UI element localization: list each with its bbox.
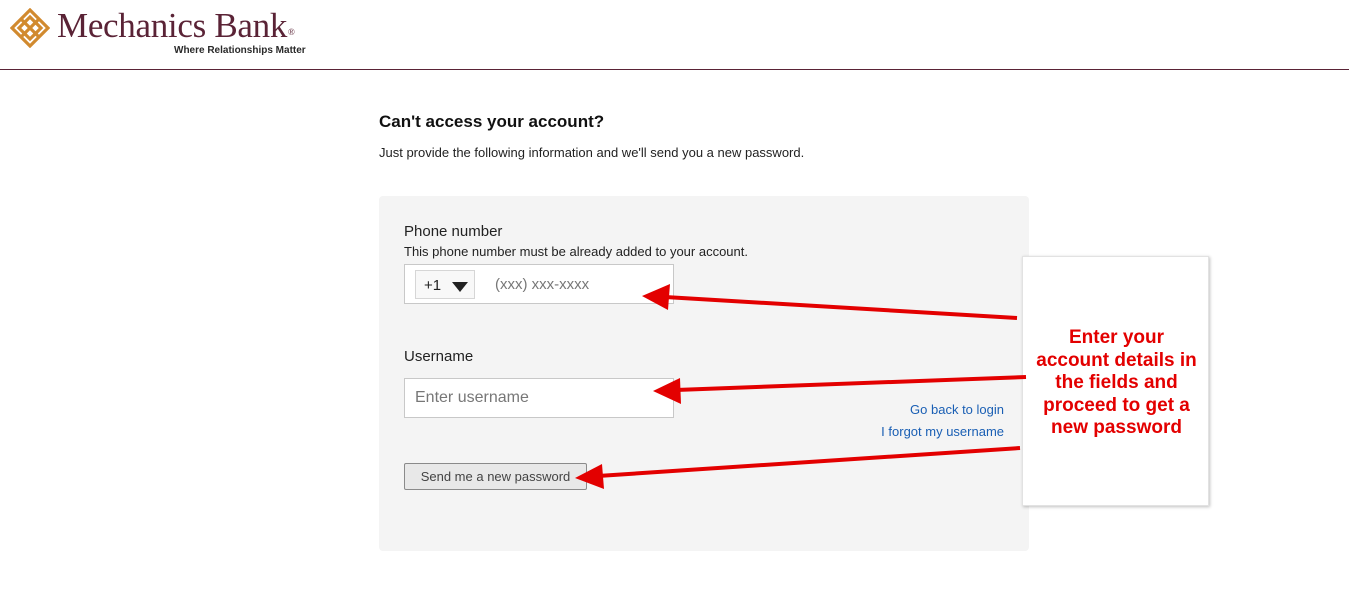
brand-tagline: Where Relationships Matter (174, 45, 306, 56)
brand-name[interactable]: Mechanics Bank® (57, 6, 295, 46)
phone-help-text: This phone number must be already added … (404, 244, 748, 259)
phone-label: Phone number (404, 223, 503, 240)
callout-line: new password (1051, 417, 1182, 438)
registered-mark: ® (288, 27, 295, 37)
username-label: Username (404, 348, 474, 365)
callout-text: Enter your account details in the fields… (1023, 327, 1210, 440)
country-code-value: +1 (424, 277, 442, 294)
forgot-username-link[interactable]: I forgot my username (881, 424, 1004, 439)
diamond-lattice-icon (10, 8, 50, 48)
site-header: Mechanics Bank® Where Relationships Matt… (0, 0, 1349, 70)
callout-line: Enter your (1068, 327, 1165, 348)
country-code-select[interactable]: +1 (415, 270, 475, 299)
callout-line: the fields and (1055, 372, 1178, 393)
callout-line: proceed to get a (1043, 394, 1190, 416)
send-new-password-button[interactable]: Send me a new password (404, 463, 587, 490)
annotation-callout: Enter your account details in the fields… (1022, 256, 1209, 506)
page-subtitle: Just provide the following information a… (379, 145, 805, 160)
username-input[interactable] (404, 378, 674, 418)
phone-field: +1 (404, 264, 674, 304)
page-title: Can't access your account? (379, 112, 605, 131)
callout-line: account details in (1036, 349, 1197, 371)
phone-input[interactable] (485, 270, 665, 299)
back-to-login-link[interactable]: Go back to login (910, 402, 1004, 417)
caret-down-icon (452, 282, 468, 292)
